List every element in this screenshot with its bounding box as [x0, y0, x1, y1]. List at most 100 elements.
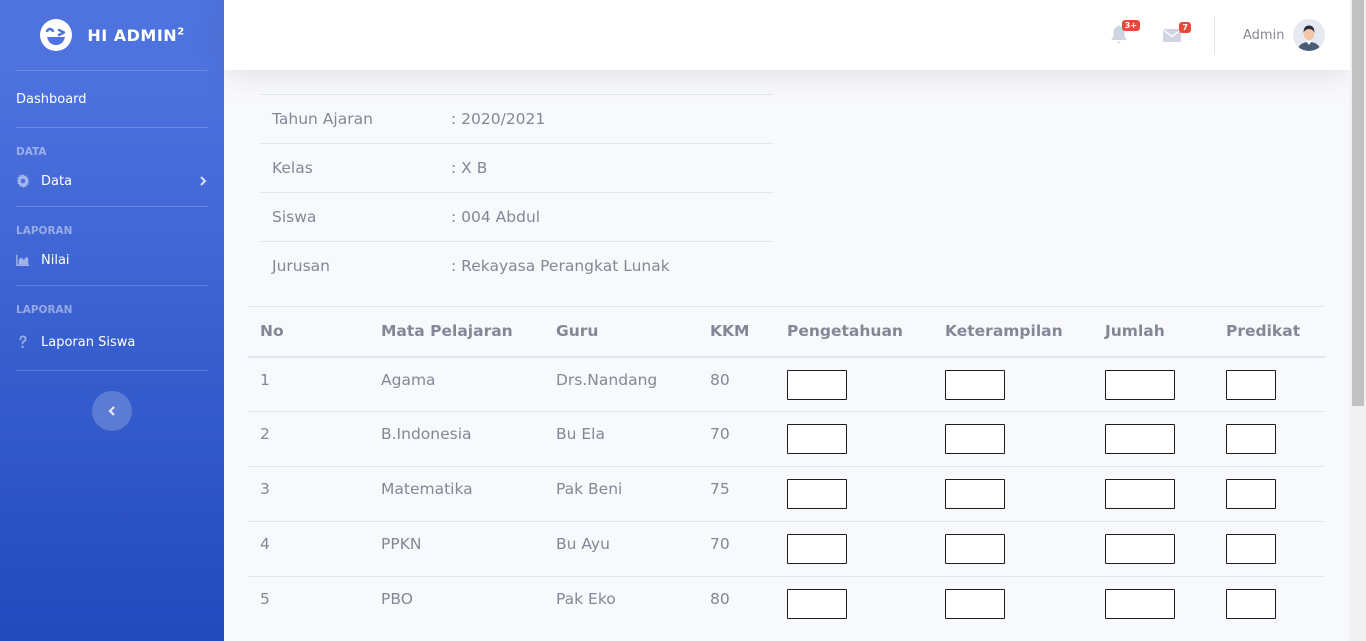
sidebar-toggle-wrap	[0, 371, 224, 431]
keterampilan-input[interactable]	[945, 534, 1005, 564]
cell-kkm: 80	[698, 356, 775, 412]
cell-mata-pelajaran: PPKN	[369, 521, 544, 577]
predikat-input[interactable]	[1226, 534, 1276, 564]
page-scrollbar[interactable]	[1350, 0, 1366, 641]
jumlah-input[interactable]	[1105, 479, 1175, 509]
question-icon	[19, 335, 27, 348]
cell-guru: Drs.Nandang	[544, 356, 698, 412]
scrollbar-thumb[interactable]	[1352, 0, 1364, 406]
sidebar-item-label: Nilai	[41, 252, 70, 268]
sidebar-item-label: Dashboard	[16, 91, 87, 107]
sidebar-item-nilai[interactable]: Nilai	[0, 239, 224, 281]
topbar: 3+ 7 Admin	[224, 0, 1350, 70]
cell-keterampilan	[933, 411, 1093, 467]
jumlah-input[interactable]	[1105, 534, 1175, 564]
info-label: Tahun Ajaran	[272, 110, 373, 128]
cell-predikat	[1214, 466, 1325, 522]
cell-no: 1	[248, 356, 369, 412]
pengetahuan-input[interactable]	[787, 424, 847, 454]
pengetahuan-input[interactable]	[787, 589, 847, 619]
cell-jumlah	[1093, 521, 1214, 577]
info-label: Kelas	[272, 159, 313, 177]
keterampilan-input[interactable]	[945, 369, 1005, 400]
sidebar-toggle-button[interactable]	[92, 391, 132, 431]
cell-pengetahuan	[775, 411, 933, 467]
cell-guru: Pak Eko	[544, 576, 698, 632]
predikat-input[interactable]	[1226, 589, 1276, 619]
table-row: 4 PPKN Bu Ayu 70	[248, 521, 1325, 577]
topbar-divider	[1214, 16, 1215, 54]
jumlah-input[interactable]	[1105, 369, 1175, 400]
alerts-badge: 3+	[1121, 20, 1140, 31]
cog-icon	[16, 174, 30, 188]
table-row: 3 Matematika Pak Beni 75	[248, 466, 1325, 522]
info-value: : 004 Abdul	[451, 208, 541, 226]
brand-link[interactable]: HI ADMIN2	[0, 0, 224, 70]
column-header-mata-pelajaran: Mata Pelajaran	[369, 306, 544, 358]
jumlah-input[interactable]	[1105, 424, 1175, 454]
chart-area-icon	[16, 254, 30, 266]
cell-predikat	[1214, 411, 1325, 467]
column-header-predikat: Predikat	[1214, 306, 1325, 358]
jumlah-input[interactable]	[1105, 589, 1175, 619]
cell-no: 2	[248, 411, 369, 467]
brand-title: HI ADMIN2	[87, 25, 185, 45]
grades-table: No Mata Pelajaran Guru KKM Pengetahuan K…	[248, 306, 1325, 632]
table-row: 1 Agama Drs.Nandang 80	[248, 356, 1325, 412]
cell-kkm: 80	[698, 576, 775, 632]
sidebar-item-dashboard[interactable]: Dashboard	[0, 71, 224, 127]
user-dropdown[interactable]: Admin	[1243, 19, 1326, 51]
predikat-input[interactable]	[1226, 424, 1276, 454]
table-header-row: No Mata Pelajaran Guru KKM Pengetahuan K…	[248, 306, 1325, 358]
student-info-table: Tahun Ajaran : 2020/2021 Kelas : X B Sis…	[260, 94, 774, 290]
column-header-guru: Guru	[544, 306, 698, 358]
cell-predikat	[1214, 356, 1325, 412]
cell-no: 4	[248, 521, 369, 577]
cell-guru: Pak Beni	[544, 466, 698, 522]
cell-kkm: 75	[698, 466, 775, 522]
sidebar-heading-laporan: LAPORAN	[16, 225, 73, 237]
keterampilan-input[interactable]	[945, 479, 1005, 509]
column-header-no: No	[248, 306, 369, 358]
cell-mata-pelajaran: Matematika	[369, 466, 544, 522]
cell-predikat	[1214, 576, 1325, 632]
cell-keterampilan	[933, 466, 1093, 522]
info-row-tahun-ajaran: Tahun Ajaran : 2020/2021	[260, 94, 774, 143]
messages-button[interactable]: 7	[1163, 22, 1191, 46]
cell-kkm: 70	[698, 411, 775, 467]
chevron-right-icon	[200, 176, 207, 186]
sidebar: HI ADMIN2 Dashboard DATA Data LAPORAN Ni…	[0, 0, 224, 641]
pengetahuan-input[interactable]	[787, 369, 847, 400]
predikat-input[interactable]	[1226, 479, 1276, 509]
sidebar-item-data[interactable]: Data	[0, 160, 224, 202]
pengetahuan-input[interactable]	[787, 479, 847, 509]
column-header-kkm: KKM	[698, 306, 775, 358]
cell-mata-pelajaran: Agama	[369, 356, 544, 412]
keterampilan-input[interactable]	[945, 589, 1005, 619]
table-row: 5 PBO Pak Eko 80	[248, 576, 1325, 632]
sidebar-heading-laporan: LAPORAN	[16, 304, 73, 316]
cell-predikat	[1214, 521, 1325, 577]
cell-pengetahuan	[775, 521, 933, 577]
cell-mata-pelajaran: B.Indonesia	[369, 411, 544, 467]
sidebar-item-label: Laporan Siswa	[41, 334, 136, 350]
column-header-pengetahuan: Pengetahuan	[775, 306, 933, 358]
column-header-keterampilan: Keterampilan	[933, 306, 1093, 358]
cell-jumlah	[1093, 576, 1214, 632]
table-row: 2 B.Indonesia Bu Ela 70	[248, 411, 1325, 467]
info-row-siswa: Siswa : 004 Abdul	[260, 192, 774, 241]
keterampilan-input[interactable]	[945, 424, 1005, 454]
predikat-input[interactable]	[1226, 369, 1276, 400]
info-value: : 2020/2021	[451, 110, 546, 128]
cell-jumlah	[1093, 466, 1214, 522]
alerts-button[interactable]: 3+	[1110, 20, 1140, 46]
sidebar-item-laporan-siswa[interactable]: Laporan Siswa	[0, 318, 224, 366]
cell-guru: Bu Ela	[544, 411, 698, 467]
info-label: Jurusan	[272, 257, 330, 275]
cell-keterampilan	[933, 576, 1093, 632]
pengetahuan-input[interactable]	[787, 534, 847, 564]
sidebar-item-label: Data	[41, 173, 73, 189]
cell-pengetahuan	[775, 466, 933, 522]
envelope-icon	[1163, 29, 1181, 42]
cell-kkm: 70	[698, 521, 775, 577]
